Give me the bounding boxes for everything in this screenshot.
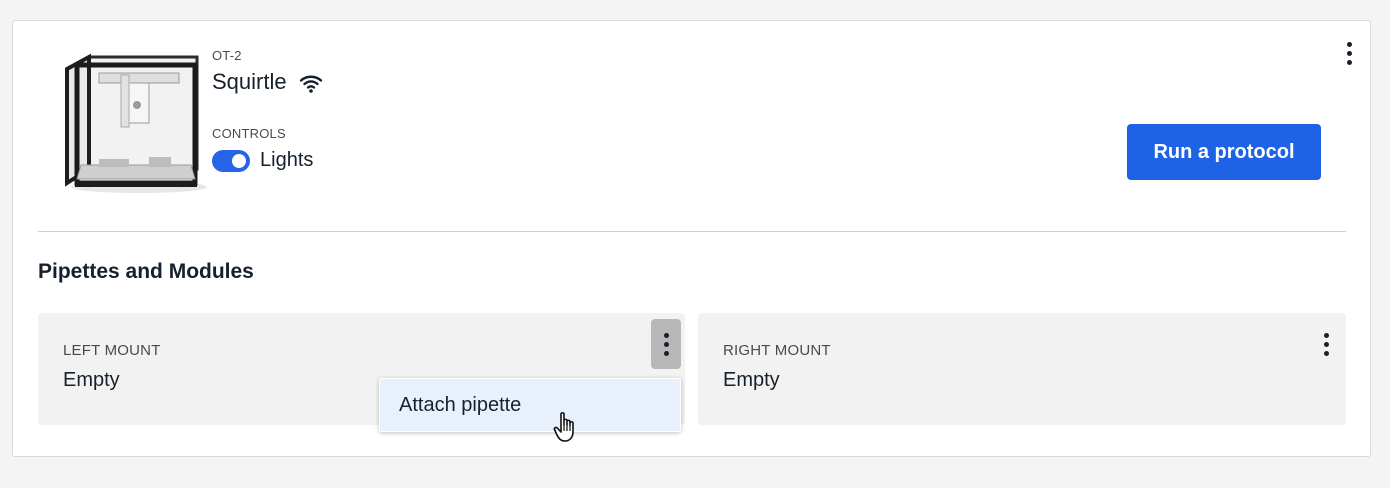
right-mount-value: Empty [723, 369, 780, 391]
right-mount-overflow-menu-icon[interactable] [1311, 319, 1341, 369]
hand-pointer-cursor-icon [553, 412, 574, 442]
attach-pipette-menu-item[interactable]: Attach pipette [380, 379, 680, 431]
robot-image [65, 53, 207, 193]
right-mount-label: RIGHT MOUNT [723, 342, 831, 359]
lights-toggle[interactable] [212, 149, 250, 172]
robot-model: OT-2 [212, 48, 242, 63]
lights-control: Lights [212, 149, 313, 172]
left-mount-dropdown-menu: Attach pipette [379, 378, 681, 432]
run-protocol-button[interactable]: Run a protocol [1127, 124, 1321, 180]
wifi-icon [299, 75, 322, 93]
robot-card: OT-2 Squirtle CONTROLS Lights Run a prot… [12, 20, 1371, 457]
right-mount-card: RIGHT MOUNT Empty [698, 313, 1346, 425]
left-mount-label: LEFT MOUNT [63, 342, 161, 359]
left-mount-value: Empty [63, 369, 120, 391]
controls-label: CONTROLS [212, 126, 286, 141]
toggle-knob [232, 153, 246, 168]
robot-name: Squirtle [212, 69, 287, 94]
divider [38, 231, 1346, 232]
left-mount-overflow-menu-icon[interactable] [651, 319, 681, 369]
lights-label: Lights [260, 149, 314, 171]
robot-overflow-menu-icon[interactable] [1336, 38, 1362, 68]
robot-name-row: Squirtle [212, 69, 323, 95]
section-title: Pipettes and Modules [38, 260, 254, 283]
